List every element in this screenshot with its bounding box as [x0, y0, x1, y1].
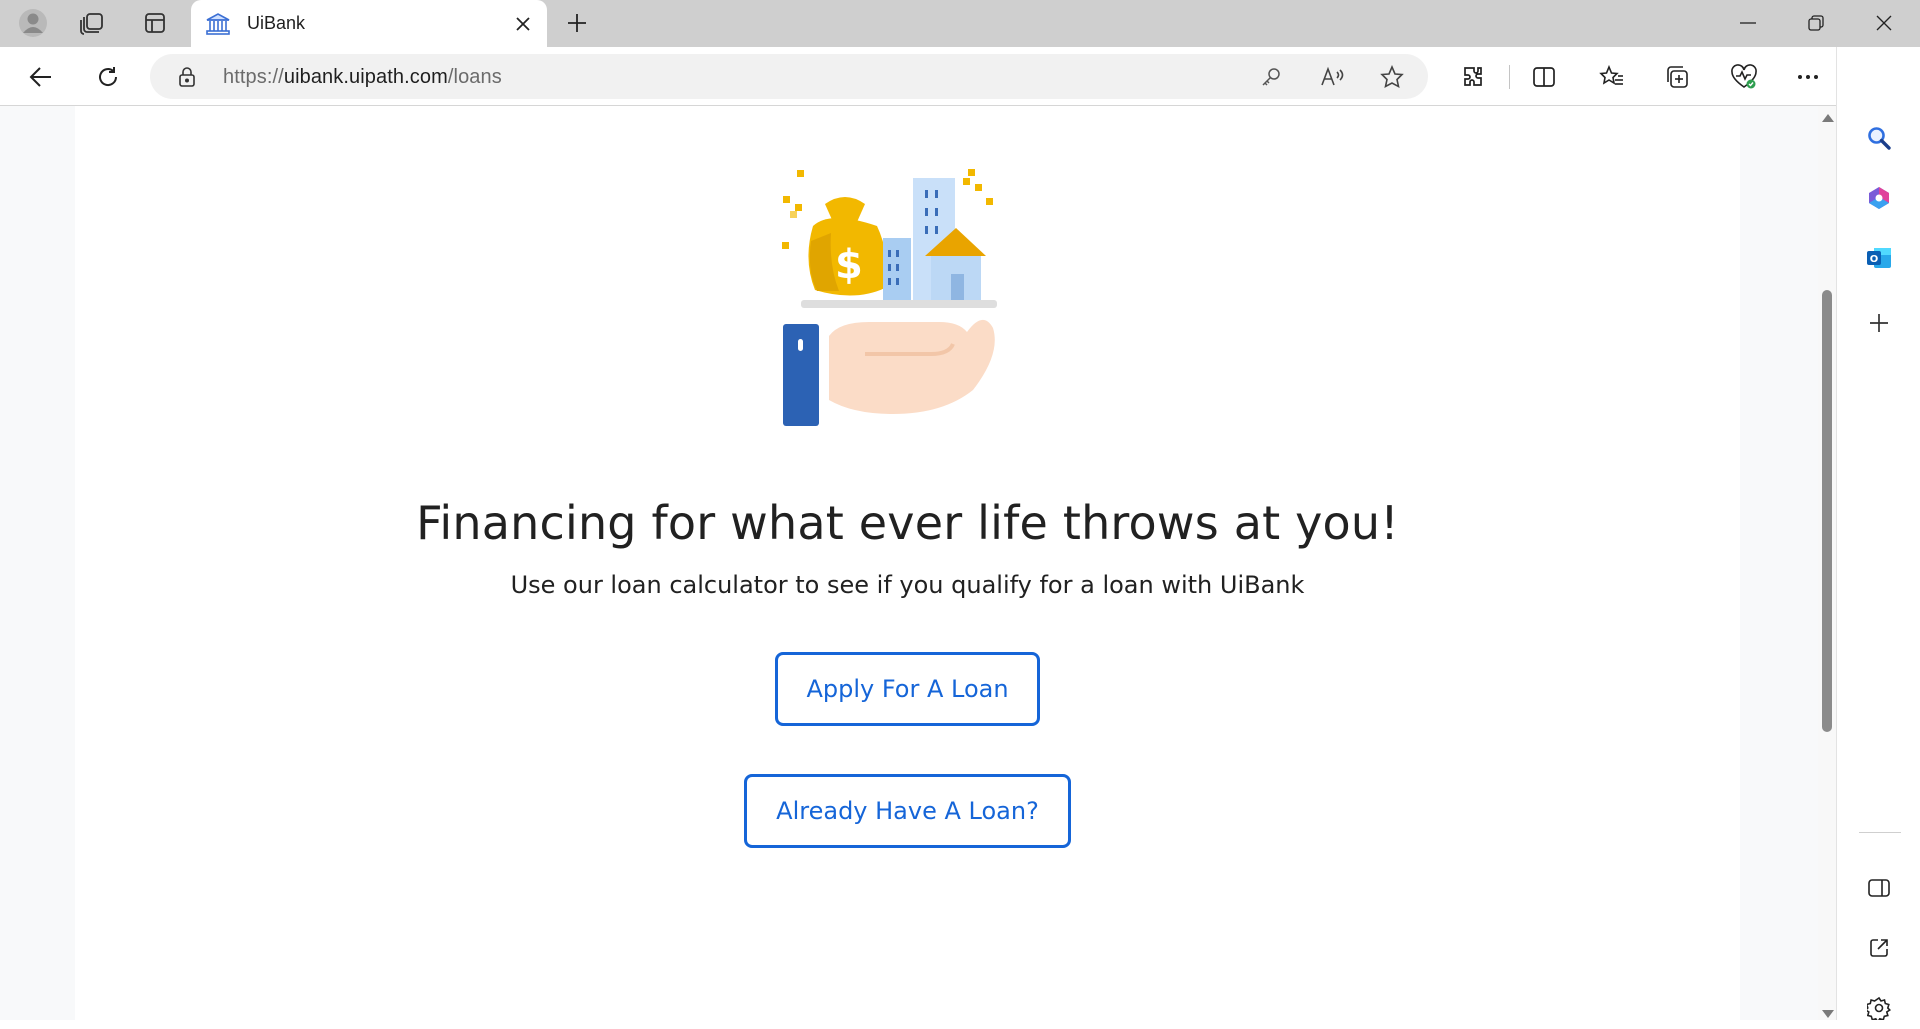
collections-icon[interactable]	[1656, 56, 1698, 98]
sidebar-divider	[1859, 832, 1901, 833]
bank-icon	[205, 11, 231, 37]
apply-for-loan-button[interactable]: Apply For A Loan	[775, 652, 1040, 726]
extensions-icon[interactable]	[1452, 56, 1494, 98]
page-subheadline: Use our loan calculator to see if you qu…	[510, 571, 1305, 599]
key-icon[interactable]	[1256, 62, 1286, 92]
url-prefix: https://	[223, 66, 284, 88]
favorite-star-icon[interactable]	[1377, 62, 1407, 92]
scrollbar-thumb[interactable]	[1822, 290, 1832, 732]
url-host: uibank.uipath.com	[283, 66, 448, 88]
microsoft365-icon[interactable]	[1858, 177, 1900, 219]
scroll-up-arrow-icon[interactable]	[1822, 114, 1834, 122]
page-scrollbar[interactable]	[1818, 106, 1836, 1020]
scroll-down-arrow-icon[interactable]	[1822, 1010, 1834, 1018]
close-window-icon[interactable]	[1850, 0, 1918, 46]
lock-icon[interactable]	[176, 66, 198, 88]
browser-essentials-icon[interactable]	[1723, 56, 1765, 98]
back-icon[interactable]	[20, 56, 62, 98]
url-path: /loans	[447, 66, 502, 88]
tab-title: UiBank	[247, 13, 306, 33]
profile-avatar-icon[interactable]	[13, 6, 53, 40]
tab-uibank[interactable]: UiBank	[191, 0, 547, 48]
tab-actions-icon[interactable]	[135, 6, 175, 40]
new-tab-icon[interactable]	[557, 6, 597, 40]
already-have-loan-button[interactable]: Already Have A Loan?	[744, 774, 1071, 848]
search-icon[interactable]	[1858, 117, 1900, 159]
add-icon[interactable]	[1858, 302, 1900, 344]
read-aloud-icon[interactable]	[1318, 62, 1348, 92]
browser-toolbar: https://uibank.uipath.com/loans	[0, 47, 1920, 106]
minimize-icon[interactable]	[1714, 0, 1782, 46]
split-screen-icon[interactable]	[1523, 56, 1565, 98]
url-text[interactable]: https://uibank.uipath.com/loans	[223, 66, 502, 89]
workspaces-icon[interactable]	[72, 6, 112, 40]
favorites-icon[interactable]	[1591, 56, 1633, 98]
restore-icon[interactable]	[1782, 0, 1850, 46]
loans-page-content: $ Financing for what ever life throws at…	[75, 106, 1740, 1020]
svg-text:O: O	[1870, 254, 1879, 265]
refresh-icon[interactable]	[87, 56, 129, 98]
more-icon[interactable]	[1787, 56, 1829, 98]
close-tab-icon[interactable]	[509, 10, 537, 38]
hide-sidebar-icon[interactable]	[1858, 867, 1900, 909]
page-headline: Financing for what ever life throws at y…	[416, 496, 1399, 550]
open-external-icon[interactable]	[1858, 927, 1900, 969]
address-bar[interactable]: https://uibank.uipath.com/loans	[150, 54, 1428, 99]
svg-text:$: $	[835, 242, 863, 288]
toolbar-divider	[1509, 65, 1510, 89]
tab-strip: UiBank	[0, 0, 1920, 48]
edge-sidebar: O	[1836, 47, 1920, 1020]
settings-icon[interactable]	[1858, 987, 1900, 1029]
loan-hero-illustration: $	[775, 156, 1075, 426]
outlook-icon[interactable]: O	[1858, 237, 1900, 279]
